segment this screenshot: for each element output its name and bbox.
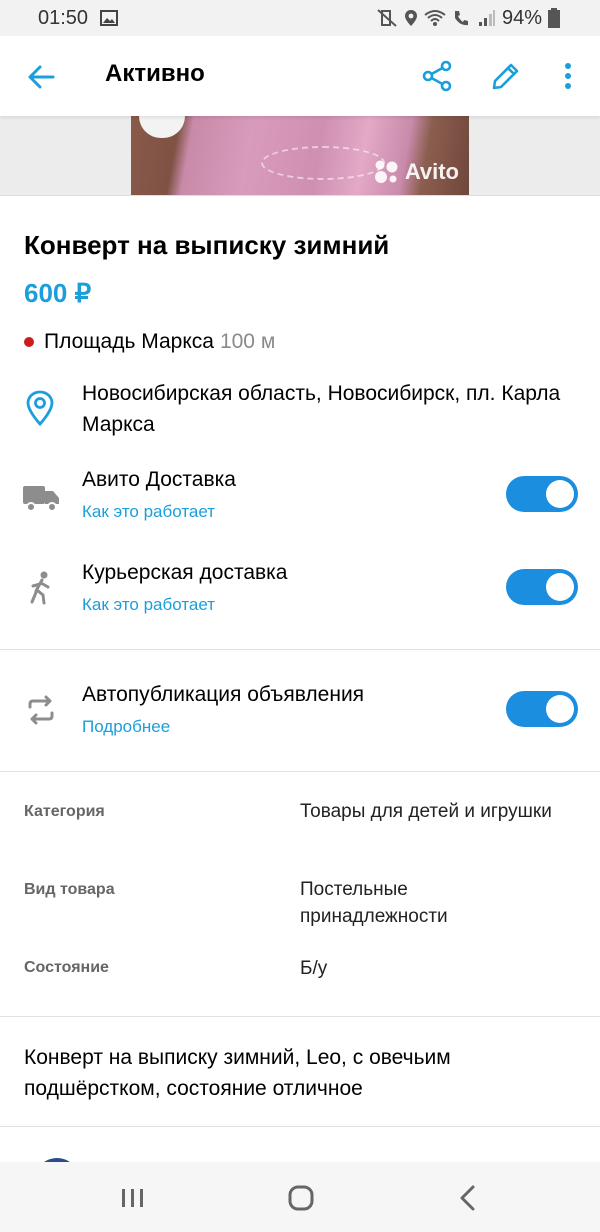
metro-line-dot xyxy=(24,337,34,347)
metro-info: Площадь Маркса 100 м xyxy=(24,330,275,354)
app-toolbar: Активно xyxy=(0,36,600,116)
autopublish-toggle[interactable] xyxy=(506,691,578,727)
location-icon xyxy=(404,10,417,26)
ad-description: Конверт на выписку зимний, Leo, с овечьи… xyxy=(24,1046,451,1100)
avito-watermark: Avito xyxy=(373,159,459,185)
share-icon[interactable] xyxy=(421,60,453,92)
gallery-notification-icon xyxy=(100,10,119,26)
ad-photo[interactable]: Avito xyxy=(131,116,469,195)
call-icon xyxy=(454,11,468,26)
divider xyxy=(0,771,600,772)
photo-gallery[interactable]: Avito xyxy=(0,116,600,196)
ad-address: Новосибирская область, Новосибирск, пл. … xyxy=(82,382,561,436)
ad-price: 600 ₽ xyxy=(24,278,92,308)
truck-icon xyxy=(23,486,59,512)
divider xyxy=(0,1016,600,1017)
walker-icon xyxy=(30,571,50,605)
signal-icon xyxy=(478,10,495,26)
system-nav-bar xyxy=(0,1162,600,1232)
wifi-icon xyxy=(424,10,446,26)
param-label: Состояние xyxy=(24,959,109,976)
battery-percent: 94% xyxy=(501,6,542,29)
param-value: Постельные принадлежности xyxy=(300,879,448,927)
mute-vibrate-icon xyxy=(377,9,397,27)
param-value: Товары для детей и игрушки xyxy=(300,801,552,822)
courier-delivery-how-link[interactable]: Как это работает xyxy=(82,595,215,615)
more-vert-icon[interactable] xyxy=(556,60,580,92)
ad-title: Конверт на выписку зимний xyxy=(24,230,390,260)
status-bar: 01:50 94% xyxy=(0,0,600,36)
photo-detail xyxy=(139,116,185,138)
nav-back-icon[interactable] xyxy=(452,1182,486,1214)
metro-distance: 100 м xyxy=(219,330,276,353)
param-label: Категория xyxy=(24,803,105,820)
back-arrow-icon[interactable] xyxy=(26,62,56,92)
courier-delivery-toggle[interactable] xyxy=(506,569,578,605)
param-value: Б/у xyxy=(300,958,328,979)
autopublish-title: Автопубликация объявления xyxy=(82,683,365,706)
home-icon[interactable] xyxy=(284,1182,318,1214)
status-time: 01:50 xyxy=(38,6,89,29)
divider xyxy=(0,649,600,650)
location-pin-icon xyxy=(26,390,54,426)
battery-icon xyxy=(548,8,560,28)
autopublish-more-link[interactable]: Подробнее xyxy=(82,717,170,737)
courier-delivery-title: Курьерская доставка xyxy=(82,561,288,584)
avito-logo-icon xyxy=(374,160,398,183)
avito-delivery-toggle[interactable] xyxy=(506,476,578,512)
page-title: Активно xyxy=(105,60,205,87)
avito-watermark-text: Avito xyxy=(404,159,459,184)
param-label: Вид товара xyxy=(24,881,115,898)
metro-station: Площадь Маркса xyxy=(44,330,214,353)
photo-detail xyxy=(261,146,385,180)
repeat-icon xyxy=(28,695,54,725)
avito-delivery-how-link[interactable]: Как это работает xyxy=(82,502,215,522)
recent-apps-icon[interactable] xyxy=(116,1182,150,1214)
divider xyxy=(0,1126,600,1127)
edit-pencil-icon[interactable] xyxy=(490,60,522,92)
avito-delivery-title: Авито Доставка xyxy=(82,468,236,491)
